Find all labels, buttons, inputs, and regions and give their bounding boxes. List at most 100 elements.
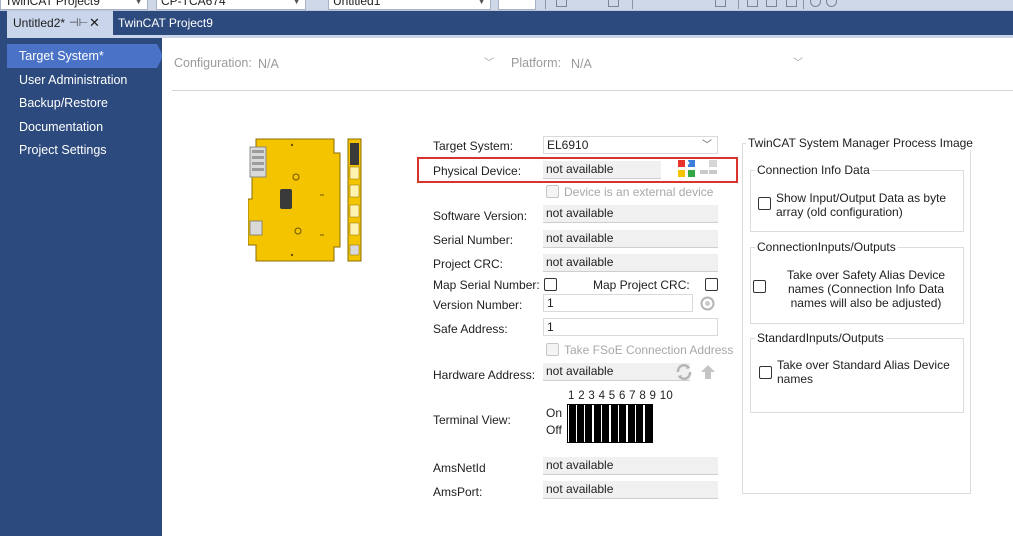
project-crc-label: Project CRC: — [433, 257, 504, 271]
dip-switch-8[interactable] — [628, 405, 635, 442]
dip-switch-7[interactable] — [619, 405, 626, 442]
version-settings-icon[interactable] — [699, 295, 716, 312]
solution-combo-value: Untitled1 — [333, 0, 381, 8]
sidebar-item-backup-restore[interactable]: Backup/Restore — [7, 91, 162, 115]
toolbar: TwinCAT Project9 ▼ CP-TCA674 ▼ Untitled1… — [0, 0, 1013, 11]
target-combo[interactable]: CP-TCA674 ▼ — [156, 0, 306, 10]
connection-io-title: ConnectionInputs/Outputs — [755, 240, 898, 254]
tool-icon[interactable] — [715, 0, 726, 7]
sidebar-item-target-system[interactable]: Target System* — [7, 44, 163, 68]
safe-address-label: Safe Address: — [433, 322, 508, 336]
amsport-value: not available — [546, 482, 614, 496]
external-device-checkbox[interactable] — [546, 185, 559, 198]
solution-combo[interactable]: Untitled1 ▼ — [328, 0, 491, 10]
select-device-icon[interactable] — [677, 159, 696, 178]
map-project-crc-checkbox[interactable] — [705, 278, 718, 291]
dip-switch-1[interactable] — [569, 405, 576, 442]
dip-switch-5[interactable] — [602, 405, 609, 442]
standard-alias-label: Take over Standard Alias Device names — [777, 358, 950, 386]
sidebar-item-documentation[interactable]: Documentation — [7, 115, 162, 139]
terminal-device-image — [248, 138, 362, 262]
connection-info-title: Connection Info Data — [755, 163, 872, 177]
safety-alias-checkbox[interactable] — [753, 280, 766, 293]
external-device-label: Device is an external device — [564, 185, 714, 199]
tool-icon[interactable] — [786, 0, 797, 7]
amsport-label: AmsPort: — [433, 485, 483, 499]
project-combo-value: TwinCAT Project9 — [5, 0, 100, 8]
byte-array-checkbox[interactable] — [758, 197, 771, 210]
toolbar-separator — [738, 0, 739, 9]
toolbar-separator — [632, 0, 633, 9]
document-tab-bar: Untitled2* ⊣⊢ ✕ TwinCAT Project9 — [7, 11, 1013, 35]
upload-icon[interactable] — [699, 363, 717, 381]
dip-switch-4[interactable] — [594, 405, 601, 442]
version-number-input[interactable]: 1 — [543, 294, 693, 312]
close-icon[interactable]: ✕ — [89, 11, 100, 35]
serial-number-value: not available — [546, 231, 614, 245]
standard-io-title: StandardInputs/Outputs — [755, 331, 886, 345]
sidebar-item-user-administration[interactable]: User Administration — [7, 68, 162, 92]
undo-icon[interactable] — [810, 0, 821, 7]
map-serial-number-label: Map Serial Number: — [433, 278, 540, 292]
dip-switch-3[interactable] — [585, 405, 592, 442]
take-fsoe-checkbox[interactable] — [546, 343, 559, 356]
chevron-down-icon: ﹀ — [702, 140, 712, 151]
tool-icon[interactable] — [747, 0, 758, 7]
amsnetid-label: AmsNetId — [433, 461, 486, 475]
physical-device-value: not available — [546, 162, 614, 176]
chevron-down-icon: ﹀ — [793, 58, 803, 69]
tab-label: TwinCAT Project9 — [118, 16, 213, 30]
safe-address-value: 1 — [547, 320, 554, 334]
physical-device-label: Physical Device: — [433, 164, 522, 178]
dip-switch-10[interactable] — [645, 405, 652, 442]
platform-label: Platform: — [511, 56, 562, 70]
software-version-field: not available — [543, 205, 718, 223]
tool-icon[interactable] — [766, 0, 777, 7]
tab-twincat-project9[interactable]: TwinCAT Project9 — [118, 11, 213, 35]
configuration-combo[interactable]: N/A ﹀ — [258, 55, 494, 73]
main-content: Configuration: N/A ﹀ Platform: N/A ﹀ Tar… — [162, 38, 1013, 536]
tab-label: Untitled2* — [13, 16, 66, 30]
tab-untitled2[interactable]: Untitled2* ⊣⊢ ✕ — [7, 11, 113, 35]
refresh-icon[interactable] — [675, 363, 693, 381]
dip-switch-2[interactable] — [577, 405, 584, 442]
platform-value: N/A — [571, 57, 592, 71]
sidebar-item-label: Backup/Restore — [19, 96, 108, 110]
sidebar-item-project-settings[interactable]: Project Settings — [7, 138, 162, 162]
chevron-down-icon: ▼ — [477, 0, 486, 6]
terminal-view-label: Terminal View: — [433, 413, 511, 427]
hardware-address-field: not available — [543, 363, 690, 381]
target-combo-value: CP-TCA674 — [161, 0, 226, 8]
project-crc-field: not available — [543, 254, 718, 272]
remove-device-icon[interactable] — [699, 159, 718, 178]
tool-icon[interactable] — [556, 0, 567, 7]
redo-icon[interactable] — [826, 0, 837, 7]
tool-icon[interactable] — [608, 0, 619, 7]
hardware-address-label: Hardware Address: — [433, 368, 536, 382]
sidebar-item-label: Target System* — [19, 49, 104, 63]
dip-switch-6[interactable] — [611, 405, 618, 442]
dip-off-label: Off — [546, 423, 562, 437]
blank-combo[interactable] — [498, 0, 536, 10]
physical-device-field: not available — [543, 161, 661, 179]
divider — [172, 90, 1013, 91]
pin-icon[interactable]: ⊣⊢ — [69, 11, 88, 35]
platform-combo[interactable]: N/A ﹀ — [571, 55, 803, 73]
serial-number-label: Serial Number: — [433, 233, 514, 247]
project-combo[interactable]: TwinCAT Project9 ▼ — [0, 0, 148, 10]
software-version-label: Software Version: — [433, 209, 528, 223]
standard-alias-checkbox[interactable] — [759, 366, 772, 379]
amsnetid-field: not available — [543, 457, 718, 475]
target-system-select[interactable]: EL6910 ﹀ — [543, 136, 718, 154]
target-system-label: Target System: — [433, 139, 514, 153]
dip-switch-9[interactable] — [636, 405, 643, 442]
map-serial-number-checkbox[interactable] — [544, 278, 557, 291]
amsport-field: not available — [543, 481, 718, 499]
sidebar-item-label: Project Settings — [19, 143, 107, 157]
target-system-value: EL6910 — [547, 138, 589, 152]
amsnetid-value: not available — [546, 458, 614, 472]
safe-address-input[interactable]: 1 — [543, 318, 718, 336]
chevron-down-icon: ▼ — [134, 0, 143, 6]
software-version-value: not available — [546, 206, 614, 220]
configuration-value: N/A — [258, 57, 279, 71]
